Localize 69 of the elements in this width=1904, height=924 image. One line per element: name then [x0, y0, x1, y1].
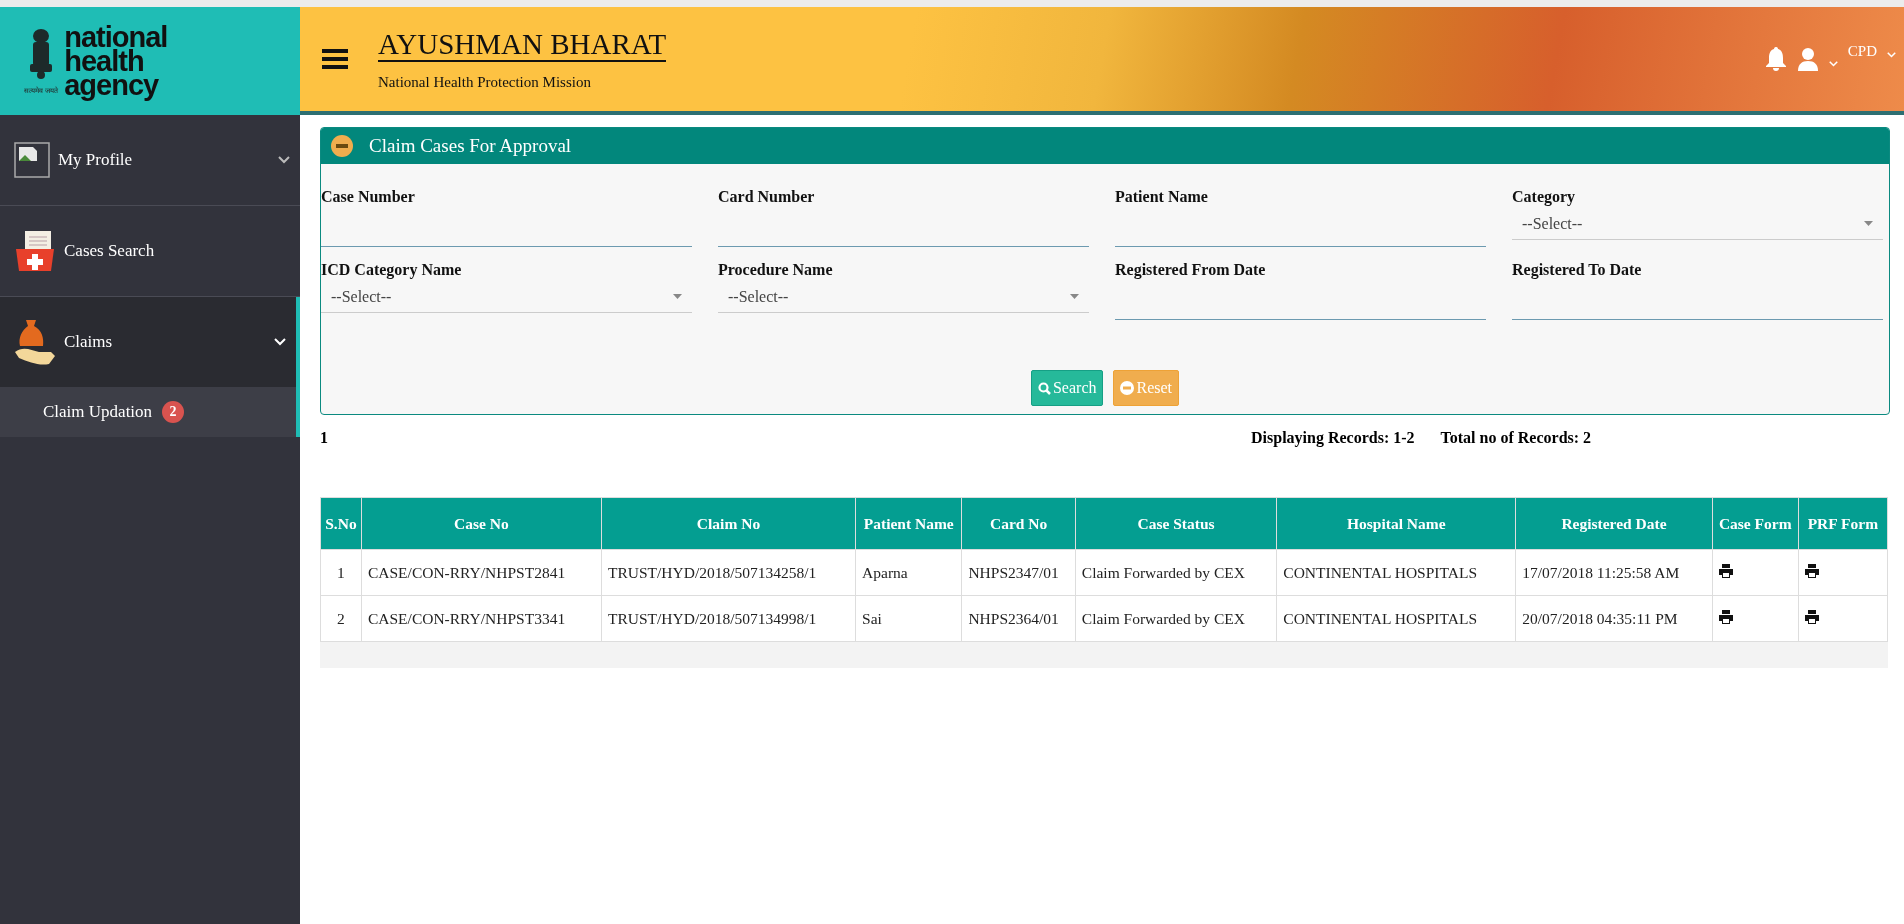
app-title: AYUSHMAN BHARAT: [378, 27, 667, 62]
caret-down-icon: [1864, 221, 1873, 226]
printer-icon[interactable]: [1718, 563, 1733, 578]
field-label: Patient Name: [1115, 188, 1209, 206]
table-cell: CONTINENTAL HOSPITALS: [1276, 549, 1516, 596]
sidebar-item[interactable]: My Profile: [0, 115, 300, 205]
money-bag-hand-icon: [14, 318, 56, 366]
table-cell: Sai: [855, 595, 962, 642]
count-badge: 2: [162, 401, 185, 423]
column-header: Registered Date: [1515, 497, 1713, 550]
column-header: Patient Name: [855, 497, 962, 550]
notification-bell-icon[interactable]: [1764, 47, 1787, 71]
table-cell: 20/07/2018 04:35:11 PM: [1515, 595, 1713, 642]
table-cell: 17/07/2018 11:25:58 AM: [1515, 549, 1713, 596]
chevron-down-icon: [278, 156, 290, 164]
broken-image-icon: [14, 142, 50, 178]
select-field[interactable]: --Select--: [321, 281, 692, 313]
records-total: Total no of Records: 2: [1440, 429, 1592, 448]
field-label: ICD Category Name: [321, 261, 463, 279]
select-field[interactable]: --Select--: [718, 281, 1089, 313]
table-cell: CONTINENTAL HOSPITALS: [1276, 595, 1516, 642]
table-cell: CASE/CON-RRY/NHPST2841: [361, 549, 602, 596]
field-label: Card Number: [718, 188, 816, 206]
caret-down-icon: [1070, 294, 1079, 299]
sidebar-item[interactable]: Cases Search: [0, 206, 300, 296]
table-cell: NHPS2364/01: [961, 595, 1076, 642]
minus-circle-icon: [1120, 381, 1135, 395]
field-label: Procedure Name: [718, 261, 834, 279]
panel-title: Claim Cases For Approval: [369, 135, 572, 157]
table-cell: Claim Forwarded by CEX: [1075, 549, 1277, 596]
field-label: Registered To Date: [1512, 261, 1643, 279]
field-label: Case Number: [321, 188, 416, 206]
caret-down-icon: [1828, 60, 1838, 68]
caret-down-icon: [673, 294, 682, 299]
column-header: Case Status: [1075, 497, 1277, 550]
table-cell: NHPS2347/01: [961, 549, 1076, 596]
field-label: Category: [1512, 188, 1577, 206]
select-field[interactable]: --Select--: [1512, 208, 1883, 240]
table-cell: 1: [320, 549, 362, 596]
table-cell: Claim Forwarded by CEX: [1075, 595, 1277, 642]
column-header: Card No: [961, 497, 1076, 550]
table-cell: 2: [320, 595, 362, 642]
column-header: Case Form: [1712, 497, 1799, 550]
page-number[interactable]: 1: [320, 429, 328, 446]
table-cell: Aparna: [855, 549, 962, 596]
printer-icon[interactable]: [1804, 609, 1819, 624]
sidebar-item[interactable]: Claims: [0, 297, 300, 387]
column-header: Case No: [361, 497, 602, 550]
user-icon[interactable]: [1796, 47, 1819, 71]
table-cell: TRUST/HYD/2018/507134258/1: [601, 549, 856, 596]
logo-text: national health agency: [64, 23, 168, 99]
printer-icon[interactable]: [1718, 609, 1733, 624]
column-header: S.No: [320, 497, 362, 550]
submenu-item[interactable]: Claim Updation 2: [0, 387, 300, 437]
column-header: Claim No: [601, 497, 856, 550]
table-cell: CASE/CON-RRY/NHPST3341: [361, 595, 602, 642]
table-cell: TRUST/HYD/2018/507134998/1: [601, 595, 856, 642]
column-header: Hospital Name: [1276, 497, 1516, 550]
collapse-icon[interactable]: [331, 135, 353, 157]
caret-down-icon: [1887, 51, 1896, 59]
records-range: Displaying Records: 1-2: [1251, 429, 1415, 449]
chevron-down-icon: [274, 338, 286, 346]
search-icon: [1037, 381, 1051, 395]
printer-icon[interactable]: [1804, 563, 1819, 578]
app-subtitle: National Health Protection Mission: [378, 73, 592, 91]
medical-folder-icon: [14, 229, 56, 273]
field-label: Registered From Date: [1115, 261, 1267, 279]
menu-icon[interactable]: [322, 48, 348, 70]
column-header: PRF Form: [1798, 497, 1888, 550]
